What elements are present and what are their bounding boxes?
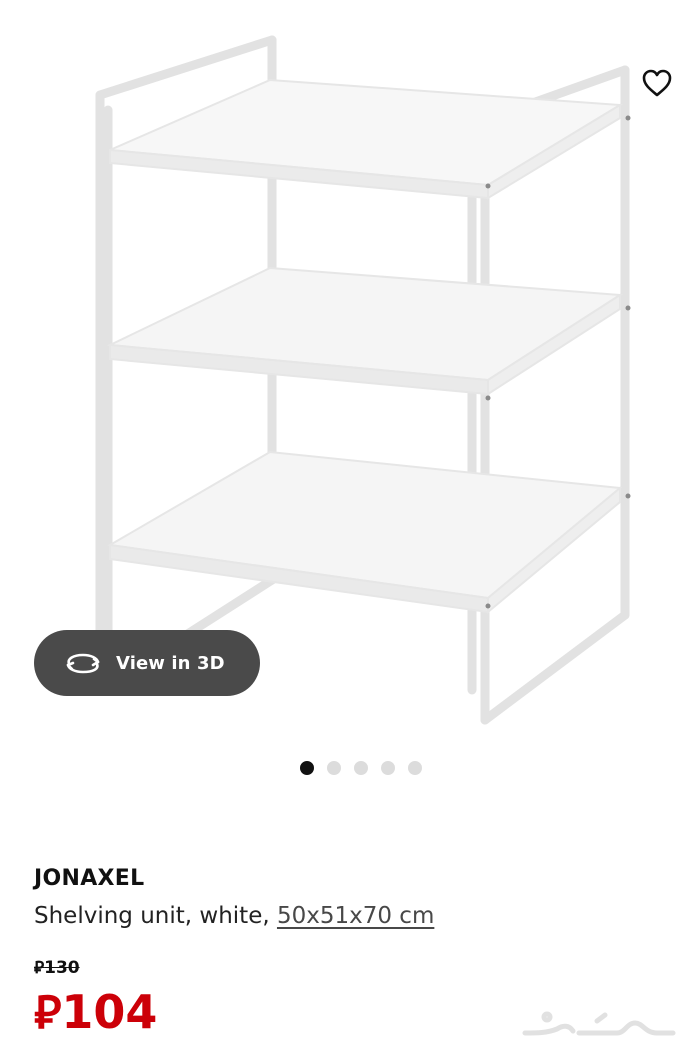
sale-price-currency: ⃁: [34, 985, 62, 1039]
rotate-3d-icon: [64, 648, 102, 678]
pagination-dot-4[interactable]: [381, 761, 395, 775]
view-in-3d-label: View in 3D: [116, 652, 225, 674]
pagination-dot-3[interactable]: [354, 761, 368, 775]
product-description: Shelving unit, white, 50x51x70 cm: [34, 903, 674, 929]
image-pagination: [300, 761, 422, 775]
pagination-dot-2[interactable]: [327, 761, 341, 775]
product-size-link[interactable]: 50x51x70 cm: [277, 903, 434, 929]
product-info: JONAXEL Shelving unit, white, 50x51x70 c…: [34, 866, 674, 929]
product-image[interactable]: [0, 0, 700, 740]
haraj-watermark: [522, 1011, 676, 1036]
original-price-value: 130: [44, 958, 80, 978]
product-name: JONAXEL: [34, 866, 145, 891]
product-description-text: Shelving unit, white,: [34, 903, 277, 929]
original-price: ⃁130: [34, 956, 80, 978]
pagination-dot-1[interactable]: [300, 761, 314, 775]
sale-price-value: 104: [61, 985, 158, 1039]
view-in-3d-button[interactable]: View in 3D: [34, 630, 260, 696]
product-gallery[interactable]: View in 3D: [0, 0, 700, 790]
heart-icon: [642, 69, 672, 97]
wishlist-button[interactable]: [634, 60, 680, 106]
original-price-currency: ⃁: [34, 958, 45, 978]
sale-price: ⃁104: [34, 985, 157, 1039]
pagination-dot-5[interactable]: [408, 761, 422, 775]
